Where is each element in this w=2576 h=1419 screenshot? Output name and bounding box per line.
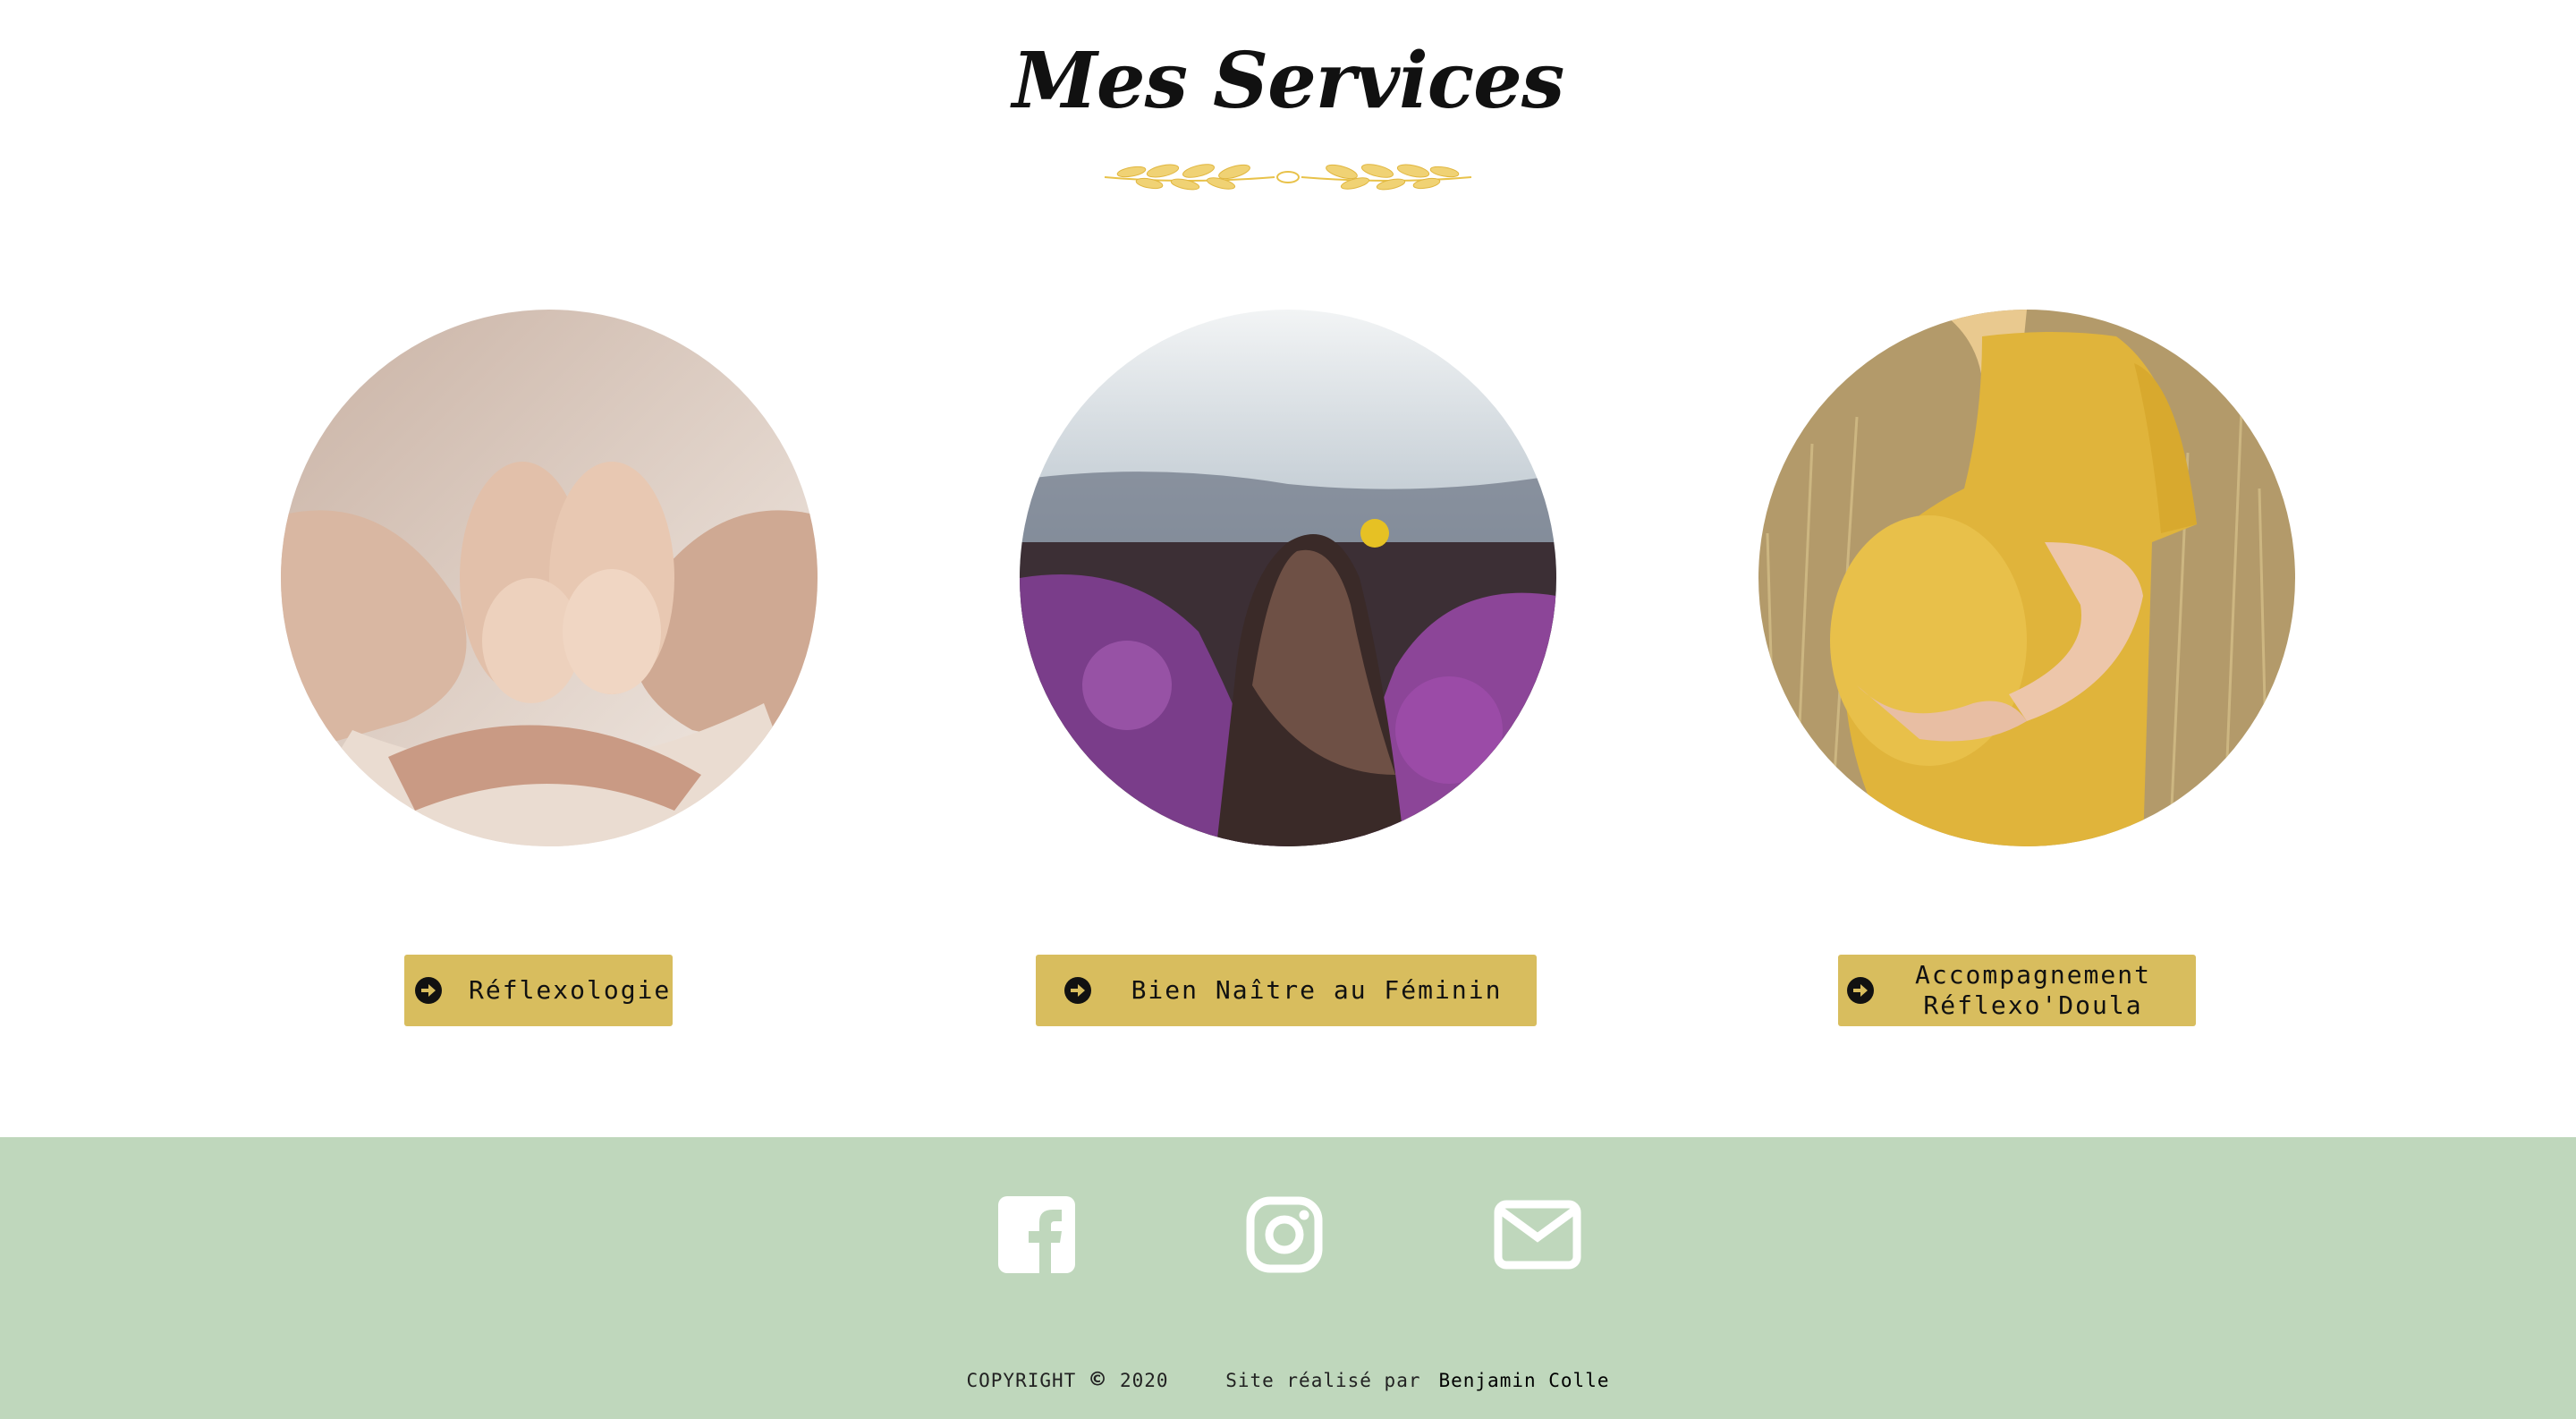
arrow-circle-right-icon bbox=[1847, 977, 1874, 1004]
pregnant-woman-photo[interactable] bbox=[1758, 310, 2295, 846]
credit-prefix: Site réalisé par bbox=[1225, 1370, 1421, 1391]
copyright-symbol: © bbox=[1090, 1366, 1106, 1393]
woman-lavender-photo[interactable] bbox=[1020, 310, 1556, 846]
service-card-bien-naitre bbox=[1020, 310, 1556, 846]
reflexo-doula-label-line2: Réflexo'Doula bbox=[1923, 990, 2143, 1020]
service-card-reflexo-doula bbox=[1758, 310, 2295, 846]
bien-naitre-label: Bien Naître au Féminin bbox=[1131, 975, 1503, 1005]
footer: COPYRIGHT © 2020 Site réalisé par Benjamin … bbox=[0, 1137, 2576, 1419]
copyright-year: 2020 bbox=[1119, 1370, 1169, 1391]
reflexo-doula-button[interactable]: Accompagnement Réflexo'Doula bbox=[1838, 955, 2196, 1026]
reflexo-doula-label-line1: Accompagnement bbox=[1914, 960, 2151, 990]
arrow-circle-right-icon bbox=[415, 977, 442, 1004]
section-title: Mes Services bbox=[1012, 36, 1565, 126]
copyright-label: COPYRIGHT bbox=[966, 1370, 1077, 1391]
arrow-circle-right-icon bbox=[1064, 977, 1091, 1004]
copyright-line: COPYRIGHT © 2020 Site réalisé par Benjamin … bbox=[0, 1366, 2576, 1393]
credit-name-link[interactable]: Benjamin Colle bbox=[1438, 1370, 1609, 1391]
service-card-reflexologie bbox=[281, 310, 818, 846]
envelope-icon[interactable] bbox=[1494, 1200, 1581, 1270]
laurel-divider-icon bbox=[1104, 164, 1472, 191]
bien-naitre-button[interactable]: Bien Naître au Féminin bbox=[1036, 955, 1537, 1026]
facebook-icon[interactable] bbox=[998, 1196, 1075, 1273]
reflexo-doula-label: Accompagnement Réflexo'Doula bbox=[1892, 960, 2174, 1021]
reflexologie-label: Réflexologie bbox=[469, 975, 672, 1005]
reflexologie-button[interactable]: Réflexologie bbox=[404, 955, 673, 1026]
instagram-icon[interactable] bbox=[1246, 1196, 1323, 1273]
baby-feet-photo[interactable] bbox=[281, 310, 818, 846]
